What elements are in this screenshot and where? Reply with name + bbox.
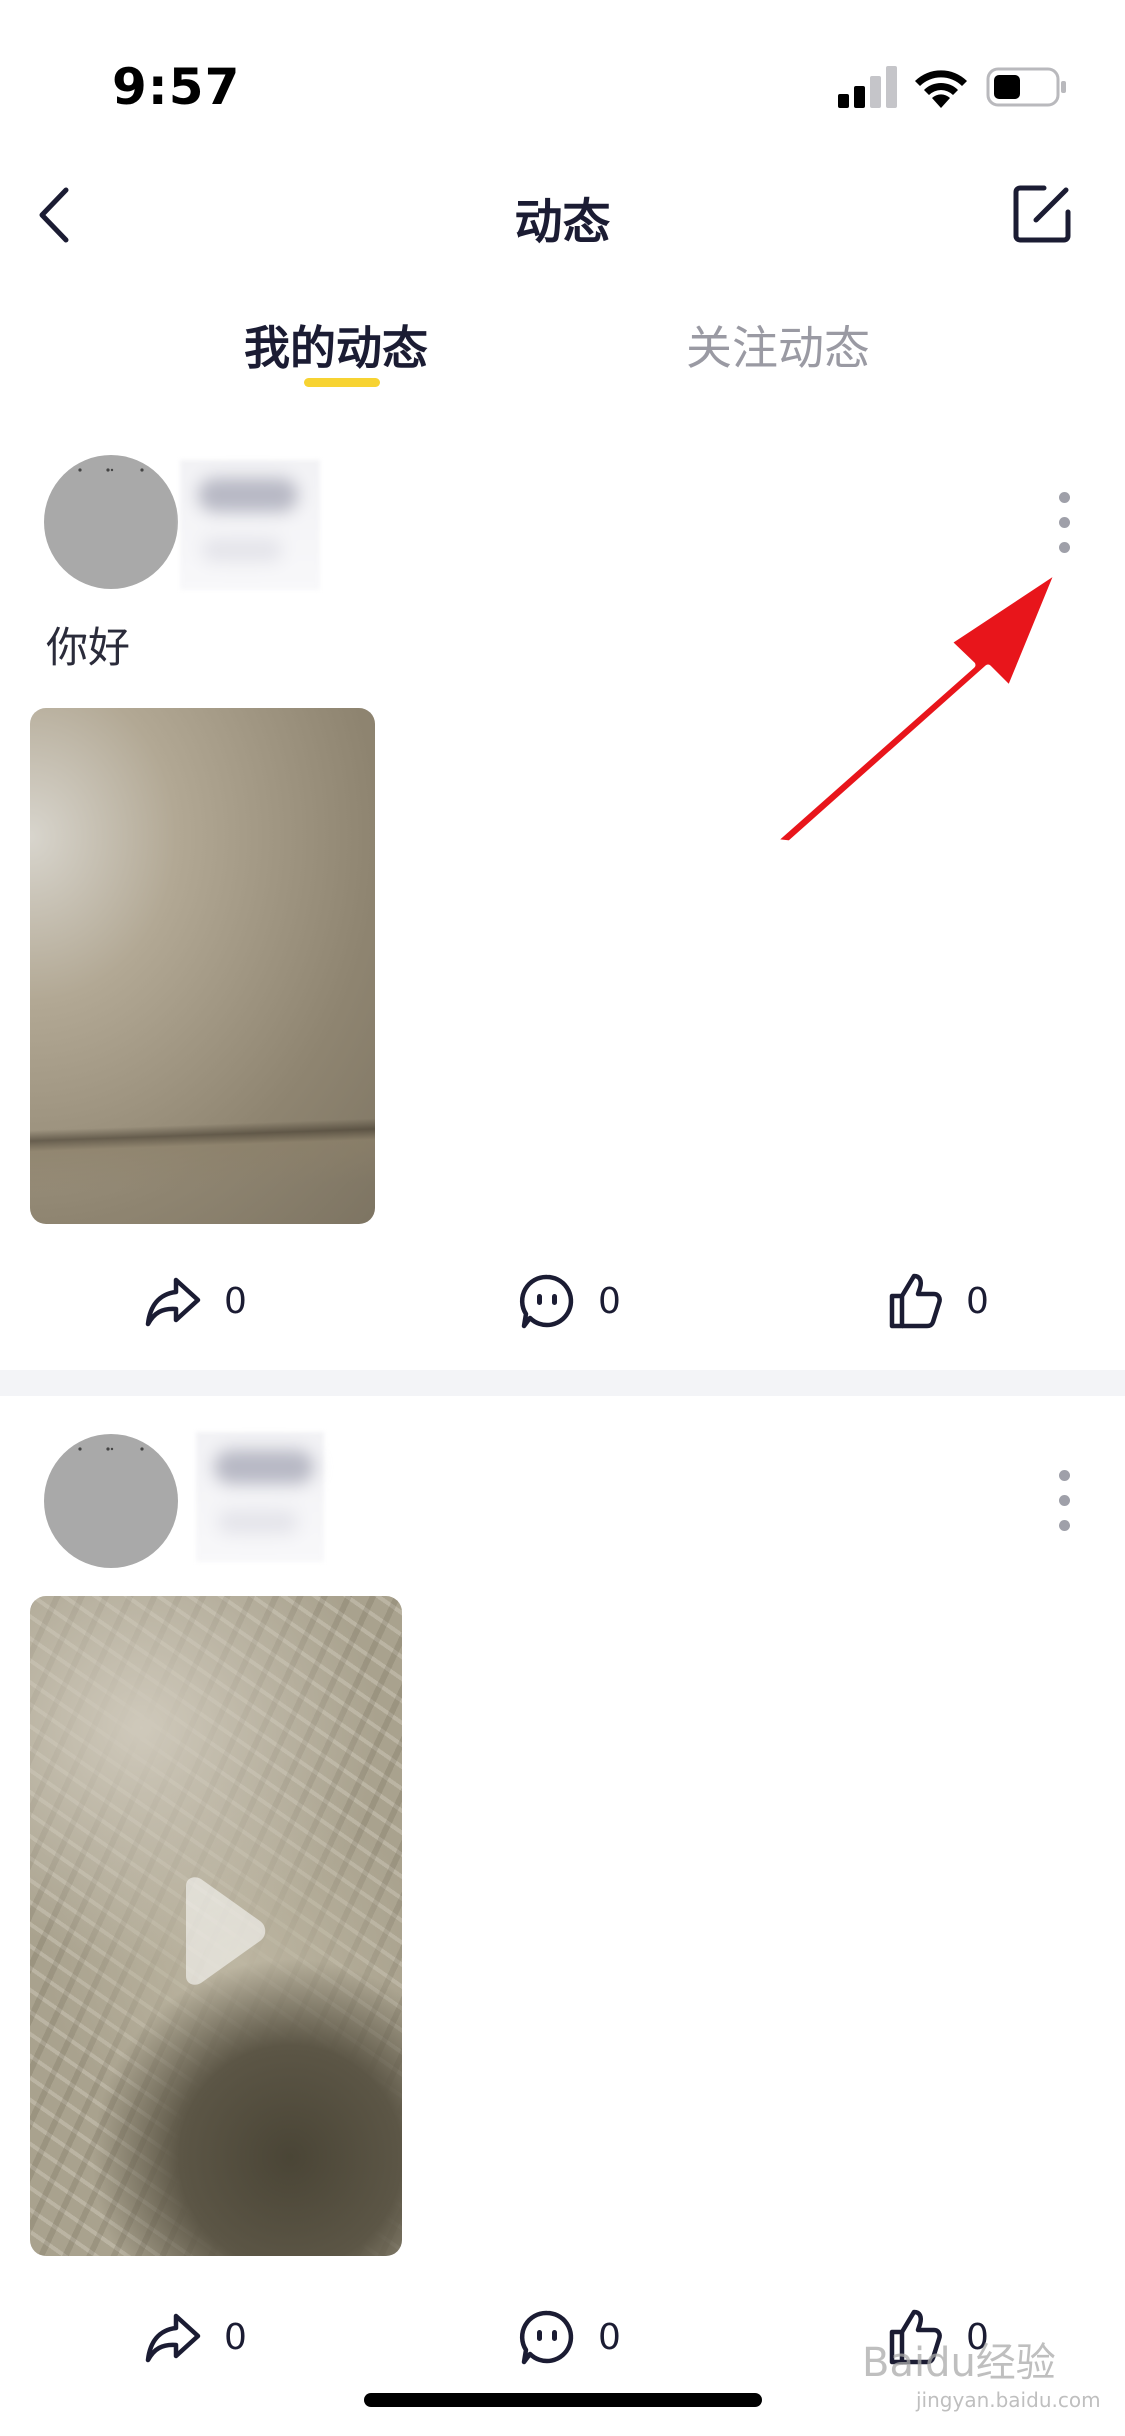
avatar[interactable]: [44, 455, 178, 589]
tab-following-moments[interactable]: 关注动态: [686, 312, 870, 378]
page-title: 动态: [514, 194, 611, 250]
app-screen: 9:57 动态 我的动态 关注动态 你好 0 0 0 0 0 0 Baidu经验…: [0, 0, 1125, 2436]
share-count: 0: [224, 1280, 247, 1322]
avatar-dots: [78, 468, 144, 472]
post-actions: 0 0 0: [0, 1266, 1125, 1336]
tab-my-moments[interactable]: 我的动态: [244, 312, 428, 378]
post-video[interactable]: [30, 1596, 402, 2256]
more-options-button[interactable]: [1048, 1470, 1080, 1540]
home-indicator[interactable]: [364, 2393, 762, 2407]
avatar-dots: [78, 1447, 144, 1451]
share-icon: [145, 2313, 201, 2363]
like-button[interactable]: 0: [886, 1266, 989, 1336]
wifi-icon: [915, 70, 967, 108]
comment-count: 0: [598, 2316, 621, 2358]
cellular-signal-icon: [838, 66, 897, 108]
like-count: 0: [966, 1280, 989, 1322]
comment-button[interactable]: 0: [518, 1266, 621, 1336]
play-icon[interactable]: [168, 1876, 268, 1986]
comment-button[interactable]: 0: [518, 2302, 621, 2372]
comment-icon: [519, 2310, 574, 2365]
watermark-brand: Baidu经验: [862, 2340, 1056, 2386]
dot: [1058, 1520, 1070, 1531]
share-icon: [145, 1277, 201, 1327]
share-count: 0: [224, 2316, 247, 2358]
post-divider: [0, 1370, 1125, 1396]
comment-count: 0: [598, 1280, 621, 1322]
username-blurred: [196, 1432, 324, 1562]
dot: [1058, 517, 1070, 528]
username-blurred: [180, 460, 320, 590]
status-bar: 9:57: [0, 0, 1125, 140]
edit-square-icon: [1013, 185, 1071, 243]
annotation-arrow-icon: [768, 564, 1064, 848]
active-tab-indicator: [304, 378, 380, 387]
comment-icon: [519, 1274, 574, 1329]
battery-icon: [986, 67, 1066, 107]
thumbs-up-icon: [889, 1273, 942, 1329]
dot: [1058, 1495, 1070, 1506]
avatar[interactable]: [44, 1434, 178, 1568]
post-text: 你好: [46, 623, 131, 672]
share-button[interactable]: 0: [144, 1266, 247, 1336]
compose-button[interactable]: [1010, 182, 1074, 246]
status-time: 9:57: [112, 58, 241, 116]
dot: [1058, 1470, 1070, 1481]
share-button[interactable]: 0: [144, 2302, 247, 2372]
watermark-url: jingyan.baidu.com: [916, 2388, 1101, 2412]
post-photo[interactable]: [30, 708, 375, 1224]
dot: [1058, 492, 1070, 503]
